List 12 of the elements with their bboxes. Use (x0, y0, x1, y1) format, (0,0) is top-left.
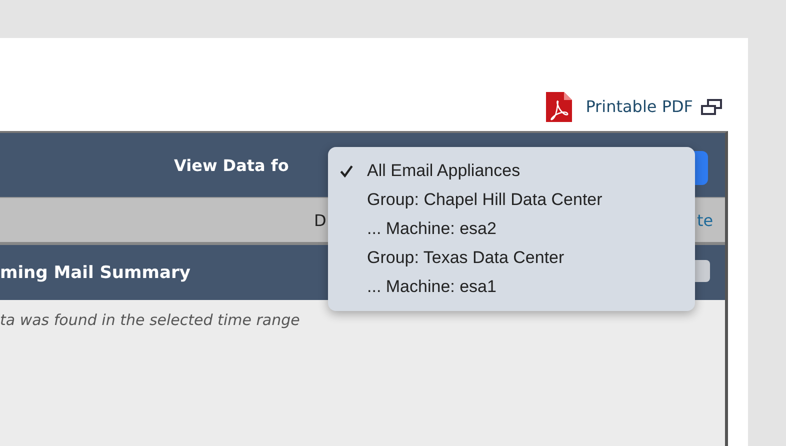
filter-text: D (314, 210, 326, 230)
view-data-label: View Data fo (174, 156, 289, 174)
new-window-icon[interactable] (701, 98, 723, 114)
printable-pdf-link[interactable]: Printable PDF (586, 97, 693, 116)
pdf-file-icon[interactable] (544, 92, 572, 122)
section-title: ming Mail Summary (0, 262, 190, 282)
empty-message: ta was found in the selected time range (0, 311, 300, 329)
menu-item[interactable]: ... Machine: esa2 (328, 214, 695, 244)
menu-item[interactable]: All Email Appliances (328, 157, 695, 186)
menu-item[interactable]: Group: Chapel Hill Data Center (328, 186, 695, 215)
menu-item[interactable]: Group: Texas Data Center (328, 243, 695, 272)
menu-item[interactable]: ... Machine: esa1 (328, 272, 695, 301)
